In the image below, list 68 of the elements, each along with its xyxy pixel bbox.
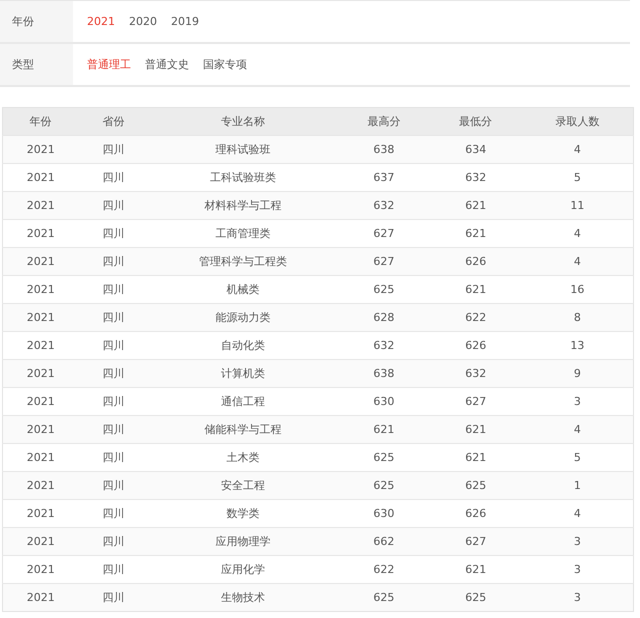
column-header: 录取人数 — [522, 108, 634, 136]
table-cell: 625 — [338, 472, 430, 500]
table-cell: 2021 — [2, 528, 78, 556]
table-cell: 638 — [338, 360, 430, 388]
column-header: 最低分 — [430, 108, 522, 136]
column-header: 专业名称 — [148, 108, 338, 136]
table-cell: 四川 — [78, 472, 148, 500]
table-cell: 四川 — [78, 528, 148, 556]
table-cell: 储能科学与工程 — [148, 416, 338, 444]
table-cell: 625 — [338, 584, 430, 612]
table-cell: 能源动力类 — [148, 304, 338, 332]
table-cell: 四川 — [78, 192, 148, 220]
filter-option[interactable]: 2020 — [129, 15, 157, 28]
table-cell: 2021 — [2, 416, 78, 444]
table-cell: 2021 — [2, 248, 78, 276]
table-cell: 634 — [430, 136, 522, 164]
table-cell: 4 — [522, 416, 634, 444]
filter-option[interactable]: 2019 — [171, 15, 199, 28]
table-cell: 计算机类 — [148, 360, 338, 388]
table-cell: 662 — [338, 528, 430, 556]
table-cell: 625 — [430, 584, 522, 612]
table-cell: 627 — [430, 528, 522, 556]
filter-label: 类型 — [12, 57, 34, 72]
table-cell: 632 — [430, 360, 522, 388]
column-header: 最高分 — [338, 108, 430, 136]
table-cell: 11 — [522, 192, 634, 220]
table-cell: 621 — [338, 416, 430, 444]
table-cell: 2021 — [2, 136, 78, 164]
table-cell: 2021 — [2, 472, 78, 500]
column-header: 省份 — [78, 108, 148, 136]
filter-option[interactable]: 2021 — [87, 15, 115, 28]
table-cell: 627 — [338, 248, 430, 276]
table-cell: 四川 — [78, 248, 148, 276]
table-cell: 626 — [430, 248, 522, 276]
filter-option[interactable]: 普通文史 — [145, 57, 189, 72]
table-cell: 632 — [338, 192, 430, 220]
table-cell: 2021 — [2, 304, 78, 332]
table-cell: 应用物理学 — [148, 528, 338, 556]
table-cell: 2021 — [2, 360, 78, 388]
table-cell: 3 — [522, 528, 634, 556]
table-cell: 622 — [430, 304, 522, 332]
table-cell: 4 — [522, 136, 634, 164]
filter-option[interactable]: 国家专项 — [203, 57, 247, 72]
table-cell: 8 — [522, 304, 634, 332]
table-cell: 2021 — [2, 584, 78, 612]
table-cell: 621 — [430, 416, 522, 444]
filter-label: 年份 — [12, 14, 34, 29]
table-cell: 四川 — [78, 304, 148, 332]
table-cell: 3 — [522, 584, 634, 612]
filter-option[interactable]: 普通理工 — [87, 57, 131, 72]
table-cell: 四川 — [78, 136, 148, 164]
table-cell: 4 — [522, 248, 634, 276]
table-cell: 材料科学与工程 — [148, 192, 338, 220]
table-cell: 9 — [522, 360, 634, 388]
table-cell: 生物技术 — [148, 584, 338, 612]
table-cell: 四川 — [78, 416, 148, 444]
table-cell: 638 — [338, 136, 430, 164]
table-cell: 安全工程 — [148, 472, 338, 500]
table-cell: 2021 — [2, 192, 78, 220]
table-cell: 四川 — [78, 584, 148, 612]
table-cell: 1 — [522, 472, 634, 500]
table-cell: 625 — [430, 472, 522, 500]
table-cell: 管理科学与工程类 — [148, 248, 338, 276]
table-cell: 621 — [430, 192, 522, 220]
column-header: 年份 — [2, 108, 78, 136]
table-cell: 四川 — [78, 360, 148, 388]
table-cell: 628 — [338, 304, 430, 332]
table-cell: 理科试验班 — [148, 136, 338, 164]
